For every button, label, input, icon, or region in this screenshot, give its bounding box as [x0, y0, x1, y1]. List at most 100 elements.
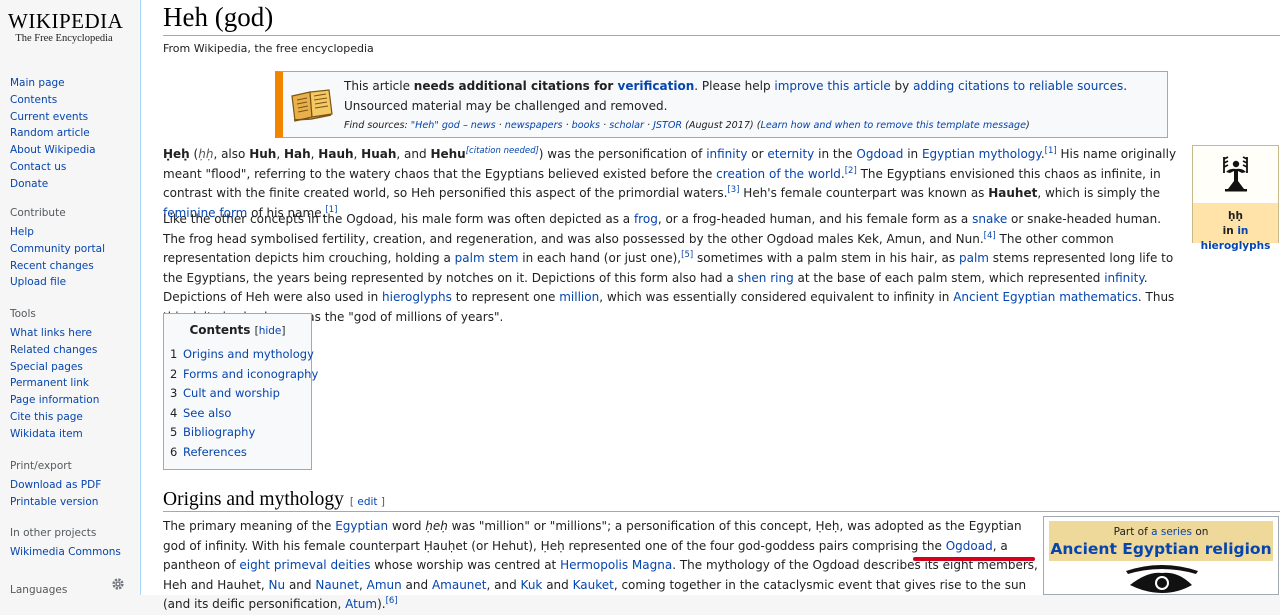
sidebar-item-current-events[interactable]: Current events	[10, 111, 88, 123]
sidebar-item-contact-us[interactable]: Contact us	[10, 161, 66, 173]
link-frog[interactable]: frog	[634, 212, 658, 226]
citation-needed-link[interactable]: [citation needed]	[466, 146, 539, 156]
separator: ·	[562, 120, 572, 131]
toc-item[interactable]: 1 Origins and mythology	[170, 347, 314, 361]
reference-link[interactable]: [4]	[984, 231, 996, 241]
gear-icon[interactable]	[111, 576, 125, 595]
wikipedia-logo[interactable]: WIKIPEDIA The Free Encyclopedia	[8, 10, 123, 44]
link-naunet[interactable]: Naunet	[315, 578, 359, 592]
site-subtitle: From Wikipedia, the free encyclopedia	[163, 42, 374, 55]
verification-link[interactable]: verification	[618, 79, 695, 93]
link-ogdoad[interactable]: Ogdoad	[946, 539, 993, 553]
link-snake[interactable]: snake	[972, 212, 1007, 226]
toc-item[interactable]: 6 References	[170, 445, 247, 459]
toc-number: 1	[170, 347, 178, 361]
improve-article-link[interactable]: improve this article	[774, 79, 890, 93]
series-title-link[interactable]: Ancient Egyptian religion	[1050, 540, 1271, 558]
link-kuk[interactable]: Kuk	[521, 578, 543, 592]
sidebar-item-community-portal[interactable]: Community portal	[10, 243, 105, 255]
link-shen-ring[interactable]: shen ring	[738, 271, 794, 285]
link-ogdoad[interactable]: Ogdoad	[856, 147, 903, 161]
link-infinity[interactable]: infinity	[1104, 271, 1144, 285]
learn-remove-template-link[interactable]: Learn how and when to remove this templa…	[760, 120, 1026, 131]
source-link-news[interactable]: news	[471, 120, 496, 131]
link-egyptian-mythology[interactable]: Egyptian mythology	[922, 147, 1041, 161]
sidebar-item-cite-this-page[interactable]: Cite this page	[10, 411, 83, 423]
separator: ·	[495, 120, 505, 131]
source-link-scholar[interactable]: scholar	[609, 120, 644, 131]
reference-link[interactable]: [3]	[727, 185, 739, 195]
toc-item[interactable]: 4 See also	[170, 406, 231, 420]
term-bold: Hehu	[430, 147, 466, 161]
link-eight-primeval-deities[interactable]: eight primeval deities	[239, 558, 370, 572]
text: , also	[213, 147, 250, 161]
sidebar-item-page-information[interactable]: Page information	[10, 394, 99, 406]
link-hermopolis-magna[interactable]: Hermopolis Magna	[560, 558, 672, 572]
sidebar-item-main-page[interactable]: Main page	[10, 77, 65, 89]
link-amaunet[interactable]: Amaunet	[432, 578, 487, 592]
toc-item[interactable]: 5 Bibliography	[170, 425, 255, 439]
series-navbox: Part of a series on Ancient Egyptian rel…	[1043, 516, 1279, 595]
link-infinity[interactable]: infinity	[706, 147, 747, 161]
sidebar-item-contents[interactable]: Contents	[10, 94, 57, 106]
link-palm-stem[interactable]: palm stem	[455, 251, 519, 265]
series-header: Part of a series on Ancient Egyptian rel…	[1049, 521, 1273, 561]
reference-link[interactable]: [5]	[681, 250, 693, 260]
sidebar-item-what-links-here[interactable]: What links here	[10, 327, 92, 339]
sidebar-item-printable-version[interactable]: Printable version	[10, 496, 98, 508]
sidebar-item-permanent-link[interactable]: Permanent link	[10, 377, 89, 389]
sidebar-item-download-pdf[interactable]: Download as PDF	[10, 479, 101, 491]
link-creation-of-the-world[interactable]: creation of the world	[716, 167, 841, 181]
sidebar-item-wikimedia-commons[interactable]: Wikimedia Commons	[10, 546, 121, 558]
link-eternity[interactable]: eternity	[767, 147, 814, 161]
text: sometimes with a palm stem in his hair, …	[693, 251, 959, 265]
link-million[interactable]: million	[559, 290, 599, 304]
sidebar-item-upload-file[interactable]: Upload file	[10, 276, 66, 288]
link-amun[interactable]: Amun	[367, 578, 402, 592]
sidebar-item-wikidata-item[interactable]: Wikidata item	[10, 428, 83, 440]
text: Heh's female counterpart was known as	[739, 186, 989, 200]
series-link[interactable]: a series	[1151, 526, 1192, 538]
sidebar-item-donate[interactable]: Donate	[10, 178, 48, 190]
toc-hide-wrapper: [hide]	[255, 325, 286, 337]
sidebar-item-related-changes[interactable]: Related changes	[10, 344, 97, 356]
sidebar-item-recent-changes[interactable]: Recent changes	[10, 260, 94, 272]
link-nu[interactable]: Nu	[269, 578, 286, 592]
source-link-newspapers[interactable]: newspapers	[505, 120, 563, 131]
sidebar-item-random-article[interactable]: Random article	[10, 127, 90, 139]
navigation-portal: Main page Contents Current events Random…	[10, 75, 135, 193]
link-ancient-egyptian-mathematics[interactable]: Ancient Egyptian mathematics	[953, 290, 1138, 304]
source-link-books[interactable]: books	[572, 120, 600, 131]
heh-hieroglyph-icon[interactable]	[1220, 155, 1252, 197]
text: ,	[358, 577, 367, 592]
link-atum[interactable]: Atum	[345, 597, 377, 611]
link-hieroglyphs[interactable]: hieroglyphs	[382, 290, 452, 304]
text: Like the other concepts in the Ogdoad, h…	[163, 212, 634, 226]
link-kauket[interactable]: Kauket	[573, 578, 614, 592]
adding-citations-link[interactable]: adding citations to reliable sources	[913, 79, 1123, 93]
toc-number: 6	[170, 444, 178, 459]
section-edit-link[interactable]: edit	[357, 496, 377, 508]
sidebar-item-help[interactable]: Help	[10, 226, 34, 238]
print-export-heading: Print/export	[10, 460, 72, 472]
reference-link[interactable]: [6]	[386, 596, 398, 606]
link-egyptian[interactable]: Egyptian	[335, 519, 388, 533]
toc-item[interactable]: 3 Cult and worship	[170, 386, 280, 400]
sidebar-item-about-wikipedia[interactable]: About Wikipedia	[10, 144, 96, 156]
page-title: Heh (god)	[163, 2, 274, 32]
separator: )	[1025, 120, 1030, 131]
link-palm[interactable]: palm	[959, 251, 989, 265]
notice-date: (August 2017) (	[682, 120, 761, 131]
toc-number: 3	[170, 386, 178, 401]
sidebar-item-special-pages[interactable]: Special pages	[10, 361, 83, 373]
reference-link[interactable]: [2]	[845, 166, 857, 176]
reference-link[interactable]: [1]	[1045, 146, 1057, 156]
sidebar: WIKIPEDIA The Free Encyclopedia Main pag…	[0, 0, 140, 596]
source-link-query[interactable]: "Heh" god	[411, 120, 460, 131]
toc-item[interactable]: 2 Forms and iconography	[170, 367, 318, 381]
source-link-jstor[interactable]: JSTOR	[653, 120, 682, 131]
toc-hide-toggle[interactable]: hide	[259, 325, 282, 337]
text: , which was essentially considered equiv…	[599, 290, 954, 304]
text: and	[285, 577, 316, 592]
hieroglyph-caption: in in hieroglyphs	[1193, 224, 1278, 254]
